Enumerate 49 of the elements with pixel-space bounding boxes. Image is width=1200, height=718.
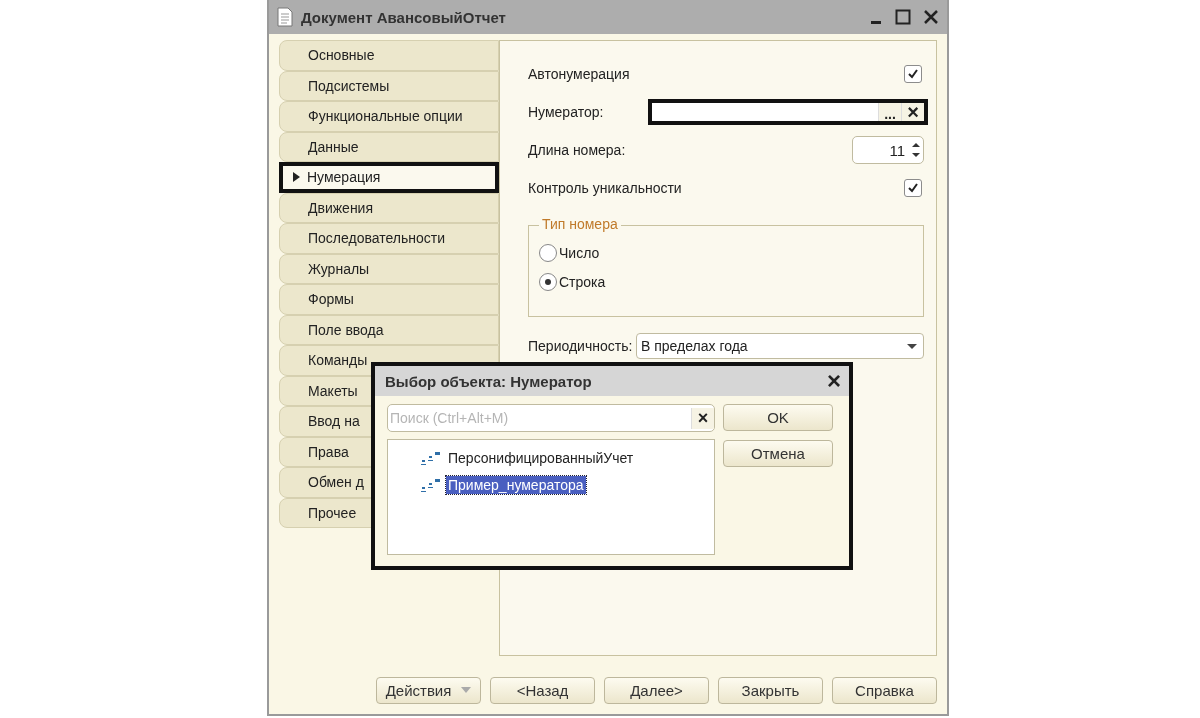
tab[interactable]: Нумерация bbox=[279, 162, 499, 193]
tab[interactable]: Основные bbox=[279, 40, 499, 71]
dialog-button[interactable]: OK bbox=[723, 404, 833, 431]
tab[interactable]: Данные bbox=[279, 131, 499, 162]
tab[interactable]: Подсистемы bbox=[279, 70, 499, 101]
field-label: Автонумерация bbox=[528, 66, 630, 82]
radio-button[interactable] bbox=[539, 243, 557, 262]
numerator-field[interactable]: ... × bbox=[648, 99, 928, 125]
list-item[interactable]: ПерсонифицированныйУчет bbox=[446, 448, 636, 467]
select-button[interactable]: ... bbox=[878, 103, 901, 121]
footer-button[interactable]: Справка bbox=[832, 676, 937, 704]
document-icon bbox=[277, 7, 293, 27]
footer-button[interactable]: <Назад bbox=[490, 676, 595, 704]
footer-button[interactable]: Далее> bbox=[604, 676, 709, 704]
tab[interactable]: Журналы bbox=[279, 253, 499, 284]
dialog-button[interactable]: Отмена bbox=[723, 440, 833, 467]
numerator-icon bbox=[420, 449, 442, 466]
list-item[interactable]: Пример_нумератора bbox=[446, 475, 586, 494]
tab[interactable]: Движения bbox=[279, 192, 499, 223]
field-label: Длина номера: bbox=[528, 142, 626, 158]
search-field[interactable]: Поиск (Ctrl+Alt+M) × bbox=[387, 404, 715, 432]
window-title: Документ АвансовыйОтчет bbox=[301, 8, 506, 26]
checkmark-icon bbox=[907, 182, 919, 194]
clear-button[interactable]: × bbox=[901, 103, 924, 121]
close-button[interactable]: × bbox=[827, 369, 841, 393]
radio-label: Число bbox=[559, 244, 600, 261]
checkbox[interactable] bbox=[904, 179, 922, 197]
group-title: Тип номера bbox=[539, 216, 621, 232]
periodicity-dropdown[interactable]: В пределах года bbox=[636, 333, 924, 359]
field-label: Нумератор: bbox=[528, 104, 604, 120]
checkmark-icon bbox=[907, 68, 919, 80]
tab[interactable]: Формы bbox=[279, 284, 499, 315]
pointer-icon bbox=[293, 172, 300, 183]
field-label: Периодичность: bbox=[528, 338, 633, 354]
close-icon[interactable] bbox=[923, 9, 939, 25]
maximize-icon[interactable] bbox=[895, 9, 911, 25]
tab[interactable]: Последовательности bbox=[279, 223, 499, 254]
number-spinner[interactable]: 11 bbox=[852, 136, 924, 164]
checkbox[interactable] bbox=[904, 65, 922, 83]
tab[interactable]: Функциональные опции bbox=[279, 101, 499, 132]
clear-button[interactable]: × bbox=[691, 407, 714, 429]
numerator-icon bbox=[420, 476, 442, 493]
actions-menu-button[interactable]: Действия bbox=[376, 676, 481, 704]
caret-icon bbox=[461, 687, 472, 693]
field-label: Контроль уникальности bbox=[528, 180, 682, 196]
radio-button[interactable] bbox=[539, 272, 557, 291]
radio-label: Строка bbox=[559, 273, 606, 290]
footer-button[interactable]: Закрыть bbox=[718, 676, 823, 704]
tab[interactable]: Поле ввода bbox=[279, 314, 499, 345]
